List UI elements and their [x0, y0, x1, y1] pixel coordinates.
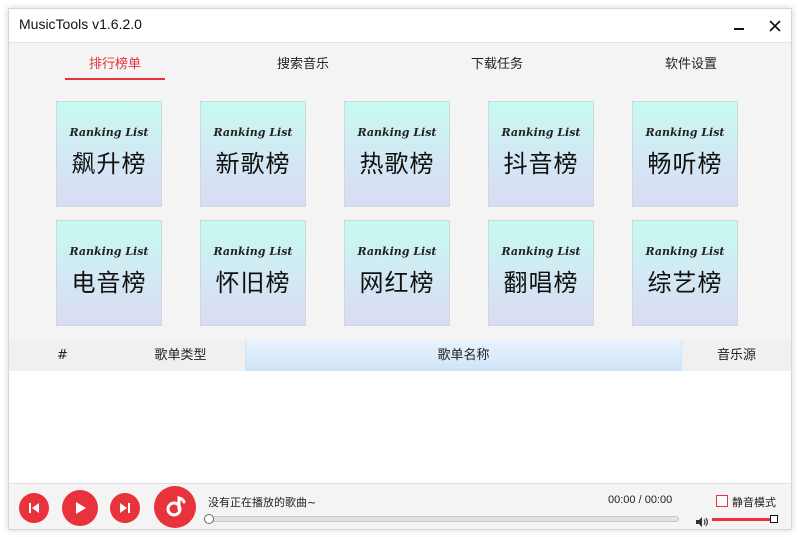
- tile-subtitle: Ranking List: [645, 245, 725, 258]
- tile-name: 综艺榜: [647, 269, 723, 297]
- tab-ranking-list[interactable]: 排行榜单: [65, 53, 165, 80]
- tile-subtitle: Ranking List: [645, 126, 725, 139]
- mute-label: 静音模式: [732, 496, 776, 509]
- tile-subtitle: Ranking List: [357, 126, 437, 139]
- tile-subtitle: Ranking List: [501, 126, 581, 139]
- playlist-table-header: # 歌单类型 歌单名称 音乐源: [9, 340, 791, 371]
- ranking-tile[interactable]: Ranking List 综艺榜: [632, 220, 738, 326]
- window-title: MusicTools v1.6.2.0: [19, 16, 142, 32]
- ranking-tiles: Ranking List 飙升榜 Ranking List 新歌榜 Rankin…: [9, 101, 791, 327]
- mute-checkbox[interactable]: [716, 495, 728, 507]
- tile-name: 翻唱榜: [503, 269, 579, 297]
- tile-subtitle: Ranking List: [501, 245, 581, 258]
- ranking-tile[interactable]: Ranking List 抖音榜: [488, 101, 594, 207]
- ranking-tile[interactable]: Ranking List 新歌榜: [200, 101, 306, 207]
- ranking-tile[interactable]: Ranking List 畅听榜: [632, 101, 738, 207]
- progress-slider-handle[interactable]: [204, 514, 214, 524]
- tile-name: 怀旧榜: [215, 269, 291, 297]
- tile-name: 热歌榜: [359, 150, 435, 178]
- speaker-icon: [696, 517, 708, 527]
- tab-settings[interactable]: 软件设置: [641, 53, 741, 78]
- ranking-tile[interactable]: Ranking List 翻唱榜: [488, 220, 594, 326]
- play-button[interactable]: [62, 490, 98, 526]
- column-header-index[interactable]: #: [9, 340, 116, 371]
- column-header-playlist-name[interactable]: 歌单名称: [245, 340, 682, 371]
- album-art[interactable]: [154, 486, 196, 528]
- main-tabs: 排行榜单 搜索音乐 下载任务 软件设置: [9, 45, 791, 85]
- tile-name: 抖音榜: [503, 150, 579, 178]
- close-icon: [769, 20, 781, 32]
- volume-button[interactable]: [695, 513, 709, 532]
- playback-time: 00:00 / 00:00: [608, 494, 673, 506]
- column-header-playlist-type[interactable]: 歌单类型: [116, 340, 245, 371]
- minimize-icon: [734, 28, 744, 30]
- app-window: MusicTools v1.6.2.0 排行榜单 搜索音乐 下载任务 软件设置 …: [8, 8, 792, 530]
- play-icon: [76, 502, 86, 514]
- ranking-tile[interactable]: Ranking List 电音榜: [56, 220, 162, 326]
- title-bar[interactable]: MusicTools v1.6.2.0: [9, 9, 791, 43]
- volume-level: [712, 518, 774, 521]
- tab-search-music[interactable]: 搜索音乐: [253, 53, 353, 78]
- tile-name: 电音榜: [71, 269, 147, 297]
- tile-name: 飙升榜: [71, 150, 147, 178]
- tile-subtitle: Ranking List: [357, 245, 437, 258]
- previous-button[interactable]: [19, 493, 49, 523]
- tile-subtitle: Ranking List: [213, 245, 293, 258]
- ranking-tile[interactable]: Ranking List 怀旧榜: [200, 220, 306, 326]
- volume-slider-handle[interactable]: [770, 515, 778, 523]
- now-playing-title: 没有正在播放的歌曲~: [208, 496, 317, 509]
- playlist-table-body[interactable]: [9, 371, 791, 483]
- tile-subtitle: Ranking List: [213, 126, 293, 139]
- tile-subtitle: Ranking List: [69, 126, 149, 139]
- close-button[interactable]: [757, 9, 793, 43]
- skip-next-icon: [120, 503, 130, 513]
- player-bar: 没有正在播放的歌曲~ 00:00 / 00:00 静音模式: [9, 483, 791, 529]
- minimize-button[interactable]: [721, 9, 757, 43]
- progress-slider[interactable]: [204, 514, 679, 524]
- skip-previous-icon: [29, 503, 39, 513]
- tile-name: 网红榜: [359, 269, 435, 297]
- tile-name: 畅听榜: [647, 150, 723, 178]
- next-button[interactable]: [110, 493, 140, 523]
- volume-slider[interactable]: [712, 515, 778, 523]
- tab-download-tasks[interactable]: 下载任务: [447, 53, 547, 78]
- ranking-tile[interactable]: Ranking List 热歌榜: [344, 101, 450, 207]
- ranking-tile[interactable]: Ranking List 飙升榜: [56, 101, 162, 207]
- tile-subtitle: Ranking List: [69, 245, 149, 258]
- tile-name: 新歌榜: [215, 150, 291, 178]
- ranking-tile[interactable]: Ranking List 网红榜: [344, 220, 450, 326]
- music-note-icon: [166, 496, 186, 517]
- column-header-music-source[interactable]: 音乐源: [682, 340, 791, 371]
